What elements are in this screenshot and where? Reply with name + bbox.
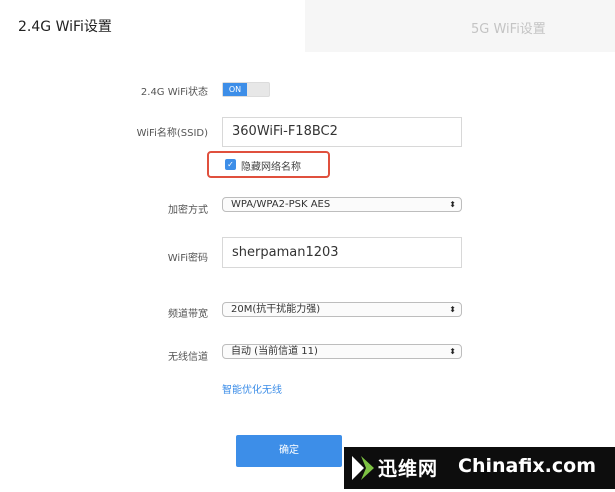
bandwidth-label: 频道带宽 xyxy=(168,309,208,320)
encryption-select[interactable]: WPA/WPA2-PSK AES ⬍ xyxy=(222,197,462,212)
toggle-on-indicator: ON xyxy=(223,83,247,96)
encryption-selected: WPA/WPA2-PSK AES xyxy=(231,199,331,210)
encryption-label: 加密方式 xyxy=(168,205,208,216)
watermark: 迅维网 Chinafix.com xyxy=(344,447,615,489)
hide-ssid-label: 隐藏网络名称 xyxy=(241,162,301,173)
password-label: WiFi密码 xyxy=(167,253,208,264)
tab-5g-wifi[interactable]: 5G WiFi设置 xyxy=(305,0,615,52)
chinafix-logo-icon xyxy=(352,456,374,480)
channel-selected: 自动 (当前信道 11) xyxy=(231,346,318,357)
tab-24g-label: 2.4G WiFi设置 xyxy=(18,19,112,35)
tab-5g-label: 5G WiFi设置 xyxy=(471,22,546,37)
ssid-input[interactable]: 360WiFi-F18BC2 xyxy=(222,117,462,147)
ssid-value: 360WiFi-F18BC2 xyxy=(232,124,338,139)
ssid-label: WiFi名称(SSID) xyxy=(136,128,208,139)
password-value: sherpaman1203 xyxy=(232,245,339,260)
smart-optimize-link[interactable]: 智能优化无线 xyxy=(222,381,282,396)
hide-ssid-checkbox[interactable]: ✓ xyxy=(225,159,236,170)
bandwidth-select[interactable]: 20M(抗干扰能力强) ⬍ xyxy=(222,302,462,317)
password-input[interactable]: sherpaman1203 xyxy=(222,237,462,268)
updown-arrow-icon: ⬍ xyxy=(449,347,456,356)
watermark-cn: 迅维网 xyxy=(378,458,439,480)
channel-select[interactable]: 自动 (当前信道 11) ⬍ xyxy=(222,344,462,359)
wifi-status-label: 2.4G WiFi状态 xyxy=(140,87,208,98)
watermark-en: Chinafix.com xyxy=(458,455,597,477)
channel-label: 无线信道 xyxy=(168,352,208,363)
tab-bar: 2.4G WiFi设置 5G WiFi设置 xyxy=(0,0,615,52)
tab-24g-wifi[interactable]: 2.4G WiFi设置 xyxy=(0,0,305,52)
confirm-button[interactable]: 确定 xyxy=(236,435,342,467)
updown-arrow-icon: ⬍ xyxy=(449,200,456,209)
updown-arrow-icon: ⬍ xyxy=(449,305,456,314)
bandwidth-selected: 20M(抗干扰能力强) xyxy=(231,304,321,315)
wifi-status-toggle[interactable]: ON xyxy=(222,82,270,97)
